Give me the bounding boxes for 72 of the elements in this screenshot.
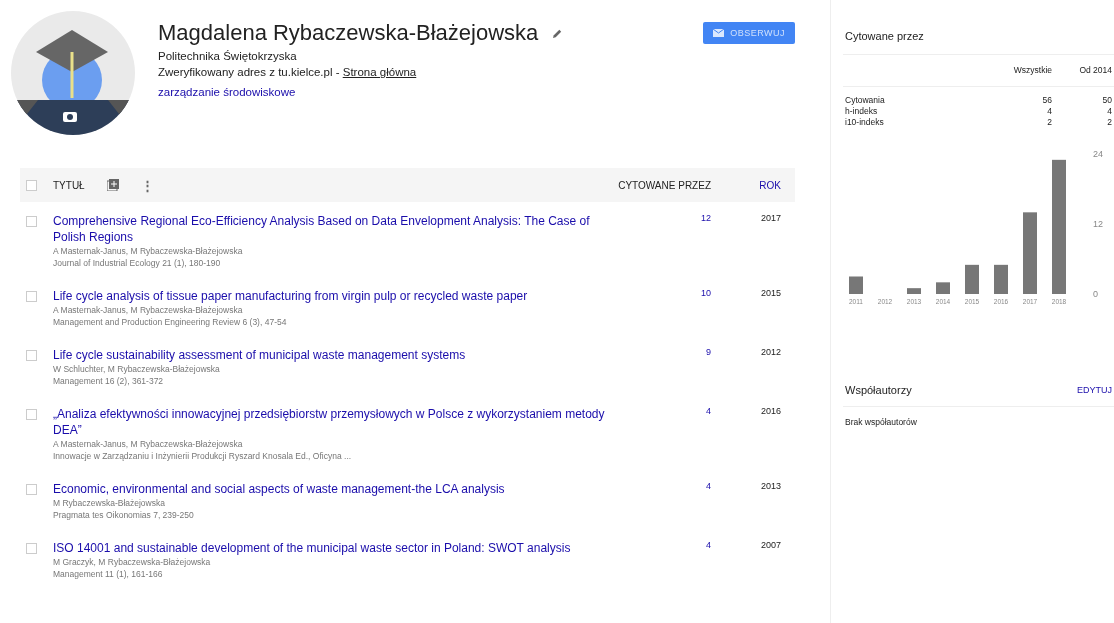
metric-label: i10-indeks — [845, 117, 884, 127]
citation-count-link[interactable]: 4 — [641, 540, 711, 580]
bar — [994, 264, 1008, 294]
metric-label: Cytowania — [845, 95, 885, 105]
article-title-link[interactable]: Life cycle sustainability assessment of municipal waste management systems — [53, 347, 641, 363]
article-source: Management 11 (1), 161-166 — [53, 568, 164, 580]
metric-value: 2 — [1046, 117, 1052, 128]
verified-email-text: Zweryfikowany adres z tu.kielce.pl - Strona główna — [158, 66, 418, 78]
mail-icon — [713, 29, 725, 37]
citation-count-link[interactable]: 12 — [641, 213, 711, 269]
more-options-button[interactable]: ⋮ — [140, 177, 154, 193]
article-authors: A Masternak-Janus, M Rybaczewska-Błażejowska — [53, 438, 244, 450]
article-source: Management 16 (2), 361-372 — [53, 375, 165, 387]
article-authors: A Masternak-Janus, M Rybaczewska-Błażejowska — [53, 304, 244, 316]
y-tick-label: 12 — [1093, 219, 1103, 229]
article-source: Journal of Industrial Ecology 21 (1), 180-190 — [53, 257, 222, 269]
year-text: 2017 — [759, 213, 781, 225]
article-title-link[interactable]: Life cycle analysis of tissue paper manufacturing from virgin pulp or recycled waste paper — [53, 288, 641, 304]
y-tick-label: 24 — [1093, 149, 1103, 159]
year-text: 2015 — [759, 288, 781, 300]
bar — [965, 264, 979, 294]
citation-count-link[interactable]: 9 — [641, 347, 711, 387]
article-authors: M Rybaczewska-Błażejowska — [53, 497, 166, 509]
column-header: Wszystkie — [1012, 65, 1052, 76]
bar — [936, 282, 950, 294]
metric-value: 56 — [1041, 95, 1052, 106]
affiliation-text: Politechnika Świętokrzyska — [158, 50, 298, 62]
bar — [849, 276, 863, 294]
cited-by-heading: Cytowane przez — [843, 0, 1114, 55]
year-column-header[interactable]: ROK — [711, 179, 781, 191]
column-header: Od 2014 — [1078, 65, 1112, 76]
metric-value: 4 — [1106, 106, 1112, 117]
select-all-checkbox[interactable] — [26, 179, 37, 191]
article-authors: A Masternak-Janus, M Rybaczewska-Błażejowska — [53, 245, 244, 257]
no-coauthors-text: Brak współautorów — [844, 416, 918, 429]
citation-count-link[interactable]: 10 — [641, 288, 711, 328]
article-authors: M Graczyk, M Rybaczewska-Błażejowska — [53, 556, 212, 568]
year-text: 2016 — [759, 406, 781, 418]
metric-value: 4 — [1046, 106, 1052, 117]
article-title-link[interactable]: Economic, environmental and social aspects of waste management-the LCA analysis — [53, 481, 641, 497]
metric-value: 2 — [1106, 117, 1112, 128]
profile-name: Magdalena Rybaczewska-Błażejowska — [158, 20, 539, 46]
article-source: Management and Production Engineering Review 6 (3), 47-54 — [53, 316, 288, 328]
article-source: Innowacje w Zarządzaniu i Inżynierii Produkcji Ryszard Knosala Ed., Oficyna ... — [53, 450, 353, 462]
row-checkbox[interactable] — [26, 291, 37, 302]
bar — [907, 288, 921, 294]
year-text: 2007 — [759, 540, 781, 552]
row-checkbox[interactable] — [26, 484, 37, 495]
title-column-header[interactable]: TYTUŁ — [53, 179, 85, 191]
row-checkbox[interactable] — [26, 543, 37, 554]
y-tick-label: 0 — [1093, 289, 1098, 299]
year-text: 2013 — [759, 481, 781, 493]
edit-link[interactable]: EDYTUJ — [1077, 385, 1112, 395]
coauthors-heading: Współautorzy — [845, 384, 912, 396]
article-title-link[interactable]: Comprehensive Regional Eco-Efficiency Analysis Based on Data Envelopment Analysis: The Case of Polish Regions — [53, 213, 641, 245]
article-source: Pragmata tes Oikonomias 7, 239-250 — [53, 509, 195, 521]
article-authors: W Schluchter, M Rybaczewska-Błażejowska — [53, 363, 221, 375]
article-title-link[interactable]: ISO 14001 and sustainable development of the municipal waste sector in Poland: SWOT analysis — [53, 540, 641, 556]
metric-label: h-indeks — [845, 106, 878, 116]
year-text: 2012 — [759, 347, 781, 359]
citation-count-link[interactable]: 4 — [641, 406, 711, 462]
article-title-link[interactable]: „Analiza efektywności innowacyjnej przedsiębiorstw przemysłowych w Polsce z wykorzystaniem metody DEA” — [53, 406, 641, 438]
cited-by-column-header[interactable]: CYTOWANE PRZEZ — [618, 179, 711, 191]
metric-value: 50 — [1101, 95, 1112, 106]
row-checkbox[interactable] — [26, 216, 37, 227]
row-checkbox[interactable] — [26, 350, 37, 361]
homepage-link[interactable]: Strona główna — [342, 66, 417, 78]
pencil-icon[interactable] — [552, 27, 564, 39]
interest-link[interactable]: zarządzanie środowiskowe — [158, 86, 704, 98]
citation-count-link[interactable]: 4 — [641, 481, 711, 521]
add-icon[interactable] — [106, 179, 119, 191]
row-checkbox[interactable] — [26, 409, 37, 420]
